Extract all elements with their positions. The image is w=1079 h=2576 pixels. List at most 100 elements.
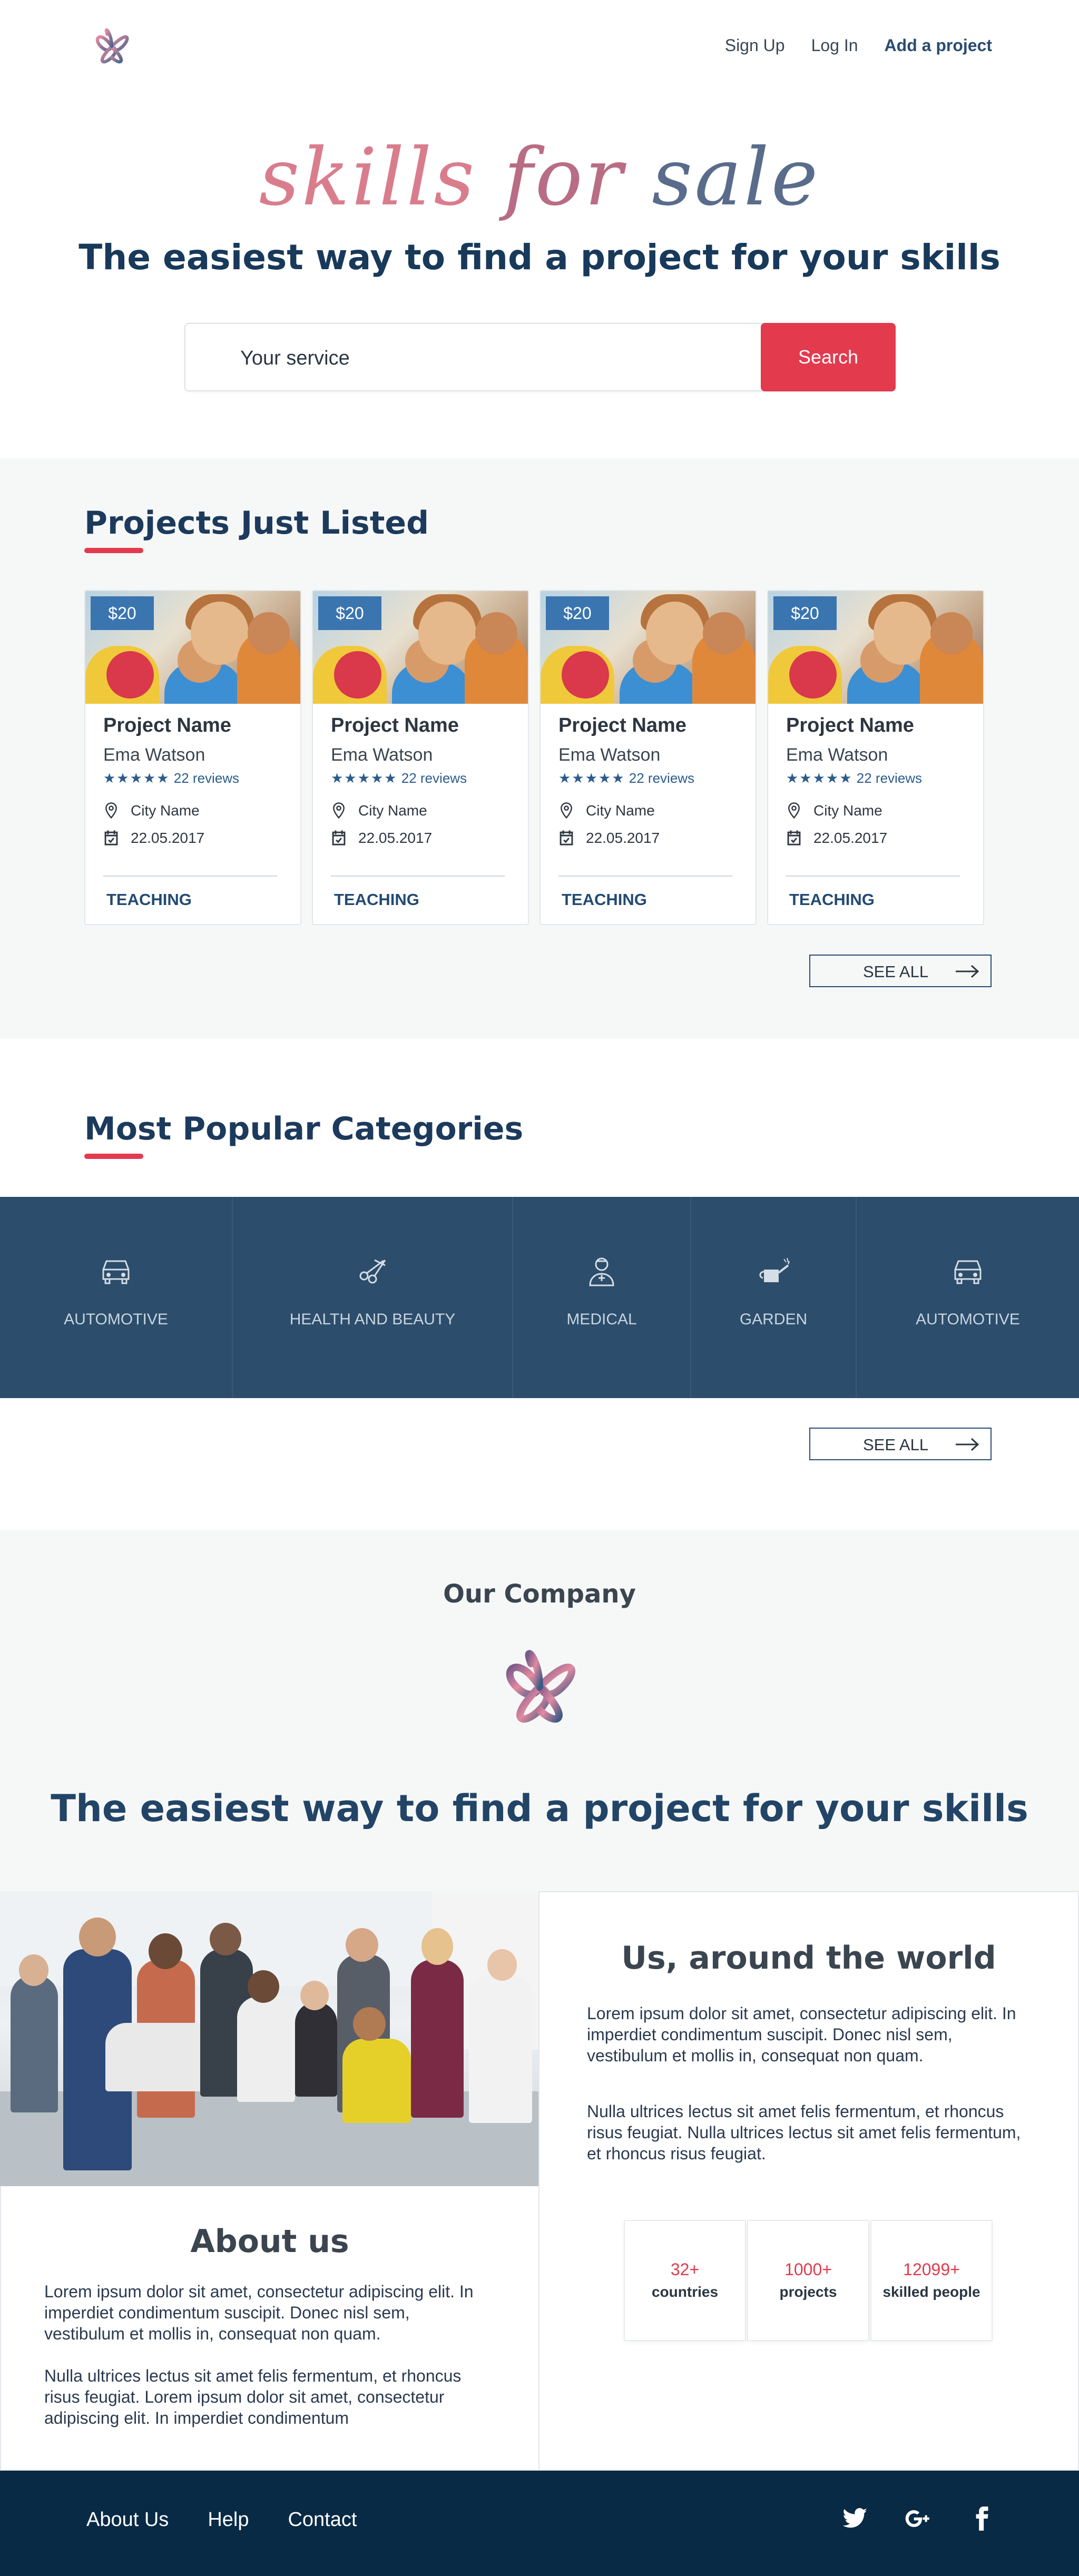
see-all-categories-button[interactable]: SEE ALL (809, 1428, 992, 1460)
project-name[interactable]: Project Name (786, 714, 914, 737)
location-pin-icon (788, 802, 800, 819)
project-author: Ema Watson (786, 745, 888, 765)
see-all-label: SEE ALL (863, 1436, 929, 1454)
footer-about-link[interactable]: About Us (86, 2509, 169, 2531)
stat-skilled-people: 12099+ skilled people (871, 2221, 992, 2340)
script-word-skills: skills (259, 132, 477, 223)
hero-section: skills for sale The easiest way to find … (0, 95, 1079, 458)
title-underline (84, 1154, 143, 1159)
date-value: 22.05.2017 (813, 830, 888, 846)
project-location: City Name (786, 802, 882, 820)
about-section: About us Lorem ipsum dolor sit amet, con… (0, 1891, 1079, 2471)
review-count[interactable]: 22 reviews (857, 770, 922, 786)
project-date: 22.05.2017 (103, 829, 204, 847)
company-section: Our Company The easiest way to find a pr… (0, 1530, 1079, 1891)
social-links (842, 2505, 995, 2532)
calendar-icon (560, 830, 573, 845)
arrow-right-icon (956, 1438, 979, 1451)
category-label: MEDICAL (566, 1311, 637, 1328)
projects-title: Projects Just Listed (84, 505, 429, 542)
log-in-link[interactable]: Log In (811, 36, 858, 55)
review-count[interactable]: 22 reviews (629, 770, 694, 786)
stat-countries: 32+ countries (625, 2221, 745, 2340)
card-divider (558, 876, 732, 877)
search-button[interactable]: Search (761, 323, 896, 391)
rating: ★★★★★ 22 reviews (558, 770, 694, 786)
stats-row: 32+ countries 1000+ projects 12099+ skil… (625, 2221, 992, 2340)
about-title: About us (190, 2223, 349, 2260)
project-location: City Name (331, 802, 427, 820)
categories-strip: AUTOMOTIVE HEALTH AND BEAUTY MEDICAL GAR… (0, 1197, 1079, 1398)
review-count[interactable]: 22 reviews (174, 770, 239, 786)
price-badge: $20 (773, 596, 837, 630)
category-automotive[interactable]: AUTOMOTIVE (0, 1197, 233, 1398)
see-all-label: SEE ALL (863, 962, 929, 981)
project-card[interactable]: $20 Project Name Ema Watson ★★★★★ 22 rev… (540, 590, 757, 925)
world-panel: Us, around the world Lorem ipsum dolor s… (538, 1891, 1079, 2471)
footer-help-link[interactable]: Help (208, 2509, 249, 2531)
price-badge: $20 (318, 596, 381, 630)
category-tag[interactable]: TEACHING (106, 890, 192, 909)
review-count[interactable]: 22 reviews (401, 770, 467, 786)
stat-number: 32+ (670, 2260, 700, 2279)
star-rating-icon: ★★★★★ (103, 770, 170, 786)
project-name[interactable]: Project Name (103, 714, 231, 737)
project-cards: $20 Project Name Ema Watson ★★★★★ 22 rev… (84, 590, 984, 925)
project-date: 22.05.2017 (558, 829, 660, 847)
category-health-beauty[interactable]: HEALTH AND BEAUTY (233, 1197, 513, 1398)
footer-contact-link[interactable]: Contact (288, 2509, 357, 2531)
project-image: $20 (313, 591, 528, 704)
top-nav: Sign Up Log In Add a project (725, 36, 992, 55)
stat-caption: projects (779, 2284, 837, 2300)
project-location: City Name (103, 802, 200, 820)
sign-up-link[interactable]: Sign Up (725, 36, 785, 55)
category-medical[interactable]: MEDICAL (513, 1197, 691, 1398)
site-header: Sign Up Log In Add a project (0, 0, 1079, 95)
category-garden[interactable]: GARDEN (691, 1197, 857, 1398)
project-image: $20 (541, 591, 756, 704)
google-plus-icon[interactable] (905, 2505, 931, 2532)
calendar-icon (332, 830, 346, 845)
project-name[interactable]: Project Name (558, 714, 686, 737)
category-tag[interactable]: TEACHING (789, 890, 875, 909)
category-label: GARDEN (739, 1311, 808, 1328)
price-badge: $20 (546, 596, 609, 630)
project-name[interactable]: Project Name (331, 714, 459, 737)
arrow-right-icon (956, 965, 979, 978)
project-location: City Name (558, 802, 655, 820)
card-divider (103, 876, 277, 877)
project-card[interactable]: $20 Project Name Ema Watson ★★★★★ 22 rev… (84, 590, 301, 925)
calendar-icon (787, 830, 801, 845)
service-search-input[interactable] (240, 345, 662, 371)
card-divider (331, 876, 505, 877)
categories-section: Most Popular Categories (0, 1039, 1079, 1197)
script-word-sale: sale (652, 132, 820, 223)
rating: ★★★★★ 22 reviews (331, 770, 467, 786)
stat-number: 1000+ (784, 2260, 832, 2279)
location-pin-icon (333, 802, 345, 819)
company-logo-icon (506, 1650, 576, 1723)
world-paragraph-2: Nulla ultrices lectus sit amet felis fer… (587, 2102, 1021, 2163)
city-name: City Name (586, 802, 655, 819)
script-word-for: for (504, 132, 625, 223)
location-pin-icon (561, 802, 572, 819)
project-author: Ema Watson (558, 745, 661, 765)
add-project-link[interactable]: Add a project (885, 36, 992, 55)
project-card[interactable]: $20 Project Name Ema Watson ★★★★★ 22 rev… (312, 590, 529, 925)
skills-for-sale-logo: skills for sale (0, 132, 1079, 223)
see-all-projects-button[interactable]: SEE ALL (809, 955, 992, 987)
car-icon (102, 1260, 130, 1284)
category-automotive-2[interactable]: AUTOMOTIVE (857, 1197, 1079, 1398)
category-tag[interactable]: TEACHING (562, 890, 647, 909)
company-title: Our Company (443, 1579, 636, 1609)
project-date: 22.05.2017 (331, 829, 432, 847)
category-tag[interactable]: TEACHING (334, 890, 419, 909)
project-card[interactable]: $20 Project Name Ema Watson ★★★★★ 22 rev… (767, 590, 984, 925)
logo-icon[interactable] (84, 19, 139, 74)
project-author: Ema Watson (331, 745, 433, 765)
twitter-icon[interactable] (842, 2505, 868, 2532)
stat-caption: skilled people (882, 2284, 980, 2300)
star-rating-icon: ★★★★★ (558, 770, 625, 786)
stat-caption: countries (651, 2284, 719, 2300)
facebook-icon[interactable] (968, 2505, 995, 2532)
